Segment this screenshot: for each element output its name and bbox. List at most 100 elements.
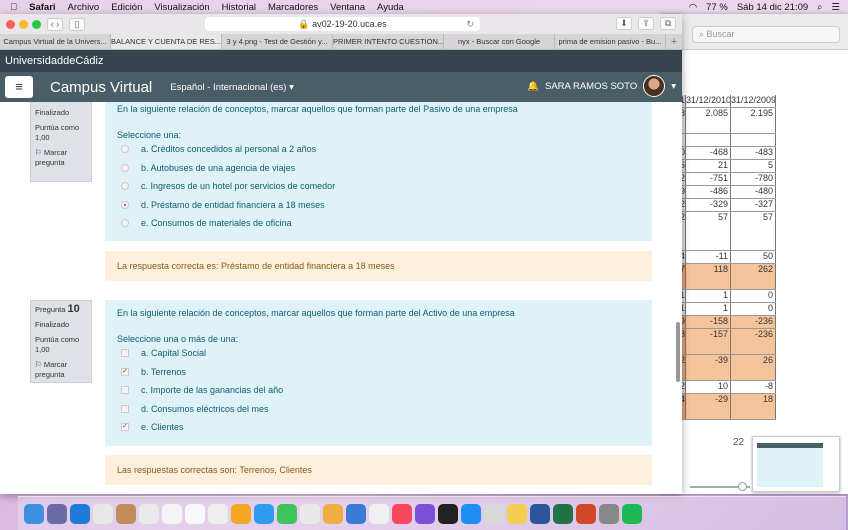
dock-app-icon[interactable] [277, 503, 297, 524]
question-state: Finalizado [35, 320, 70, 329]
menu-app[interactable]: Safari [29, 2, 55, 13]
table-cell: -483 [731, 147, 776, 159]
minimize-button[interactable] [19, 19, 28, 29]
dock-app-icon[interactable] [185, 503, 205, 524]
menu-ventana[interactable]: Ventana [330, 2, 365, 13]
menu-archivo[interactable]: Archivo [68, 2, 100, 13]
dock-app-icon[interactable] [116, 503, 136, 524]
answer-option[interactable]: c. Ingresos de un hotel por servicios de… [117, 177, 640, 196]
answer-option[interactable]: a. Capital Social [117, 344, 640, 363]
downloads-icon[interactable]: ⬇ [616, 17, 632, 30]
table-header-row: 1 31/12/2010 31/12/2009 [680, 95, 776, 108]
checkbox[interactable]: ✓ [121, 367, 129, 376]
dock-app-icon[interactable] [70, 503, 90, 524]
scrollbar[interactable] [676, 322, 680, 382]
safari-window: ‹ › ▯ 🔒 av02-19-20.uca.es ↻ ⬇ ⇪ ⧉ Campus Vi… [0, 14, 682, 494]
slider-knob[interactable] [738, 482, 747, 491]
answer-option[interactable]: d. Consumos eléctricos del mes [117, 400, 640, 419]
dock-app-icon[interactable] [484, 503, 504, 524]
sidebar-icon[interactable]: ▯ [69, 17, 85, 31]
reload-icon[interactable]: ↻ [466, 17, 474, 31]
table-row: 4 -11 50 [680, 251, 776, 264]
tab-3[interactable]: 3 y 4.png - Test de Gestión y... [222, 34, 333, 49]
menu-historial[interactable]: Historial [222, 2, 256, 13]
notification-center-icon[interactable]: ☰ [831, 2, 840, 13]
menu-toggle-button[interactable]: ≡ [5, 76, 33, 98]
menu-edicion[interactable]: Edición [111, 2, 142, 13]
brand-link[interactable]: Campus Virtual [50, 79, 152, 96]
share-icon[interactable]: ⇪ [638, 17, 654, 30]
university-logo[interactable]: UniversidaddeCádiz [0, 50, 682, 72]
menu-marcadores[interactable]: Marcadores [268, 2, 318, 13]
new-tab-button[interactable]: + [666, 34, 682, 49]
dock-app-icon[interactable] [47, 503, 67, 524]
dock-app-icon[interactable] [162, 503, 182, 524]
dock-app-icon[interactable] [599, 503, 619, 524]
checkbox[interactable]: ✓ [121, 423, 129, 432]
menu-ayuda[interactable]: Ayuda [377, 2, 404, 13]
dock-app-icon[interactable] [323, 503, 343, 524]
clock[interactable]: Sáb 14 dic 21:09 [737, 2, 808, 13]
option-label: e. Clientes [141, 422, 184, 433]
avatar[interactable] [643, 75, 666, 97]
dock-app-icon[interactable] [438, 503, 458, 524]
dock-app-icon[interactable] [93, 503, 113, 524]
dock-app-icon[interactable] [576, 503, 596, 524]
screenshot-thumbnail[interactable] [752, 436, 840, 492]
dock-app-icon[interactable] [622, 503, 642, 524]
flag-question-link[interactable]: ⚐ Marcar pregunta [35, 148, 87, 168]
language-selector[interactable]: Español - Internacional (es) ▾ [170, 82, 294, 93]
tab-5[interactable]: nyx - Buscar con Google [444, 34, 555, 49]
back-forward-buttons[interactable]: ‹ › [47, 17, 63, 31]
answer-option[interactable]: b. Autobuses de una agencia de viajes [117, 159, 640, 178]
answer-option[interactable]: a. Créditos concedidos al personal a 2 a… [117, 140, 640, 159]
dock-app-icon[interactable] [346, 503, 366, 524]
dock-app-icon[interactable] [530, 503, 550, 524]
dock-app-icon[interactable] [254, 503, 274, 524]
tab-6[interactable]: prima de emision pasivo - Bu... [555, 34, 666, 49]
zoom-button[interactable] [32, 19, 41, 29]
apple-icon[interactable]:  [10, 2, 17, 13]
address-bar[interactable]: 🔒 av02-19-20.uca.es ↻ [205, 17, 480, 31]
answer-option[interactable]: ✓ e. Clientes [117, 418, 640, 437]
user-name[interactable]: SARA RAMOS SOTO [545, 81, 637, 92]
checkbox[interactable] [121, 349, 129, 358]
dock-app-icon[interactable] [231, 503, 251, 524]
tab-4[interactable]: PRIMER INTENTO CUESTION... [333, 34, 444, 49]
tabs-overview-icon[interactable]: ⧉ [660, 17, 676, 30]
dock-app-icon[interactable] [461, 503, 481, 524]
dock-app-icon[interactable] [415, 503, 435, 524]
battery-status[interactable]: 77 % [706, 2, 728, 13]
zoom-slider[interactable] [690, 482, 750, 491]
checkbox[interactable] [121, 386, 129, 395]
answer-option[interactable]: ✓ b. Terrenos [117, 363, 640, 382]
spotlight-icon[interactable]: ⌕ [817, 2, 822, 13]
search-field[interactable]: ⌕ Buscar [692, 26, 840, 43]
wifi-icon[interactable]: ◠ [689, 2, 697, 13]
dock-app-icon[interactable] [300, 503, 320, 524]
dock-app-icon[interactable] [392, 503, 412, 524]
radio-button[interactable] [121, 163, 129, 172]
dock-app-icon[interactable] [208, 503, 228, 524]
dock-app-icon[interactable] [139, 503, 159, 524]
dock-app-icon[interactable] [553, 503, 573, 524]
radio-button[interactable] [121, 200, 129, 209]
user-menu-chevron-icon[interactable]: ▾ [671, 81, 676, 92]
answer-option[interactable]: c. Importe de las ganancias del año [117, 381, 640, 400]
radio-button[interactable] [121, 145, 129, 154]
flag-question-link[interactable]: ⚐ Marcar pregunta [35, 360, 87, 380]
bell-icon[interactable]: 🔔 [527, 81, 539, 92]
tab-1[interactable]: Campus Virtual de la Univers... [0, 34, 111, 49]
menu-visualizacion[interactable]: Visualización [154, 2, 209, 13]
radio-button[interactable] [121, 219, 129, 228]
answer-option[interactable]: d. Préstamo de entidad financiera a 18 m… [117, 196, 640, 215]
question-content: En la siguiente relación de conceptos, m… [105, 102, 652, 241]
checkbox[interactable] [121, 404, 129, 413]
radio-button[interactable] [121, 182, 129, 191]
dock-app-icon[interactable] [507, 503, 527, 524]
tab-2[interactable]: BALANCE Y CUENTA DE RES... [111, 34, 222, 49]
answer-option[interactable]: e. Consumos de materiales de oficina [117, 214, 640, 233]
dock-app-icon[interactable] [24, 503, 44, 524]
dock-app-icon[interactable] [369, 503, 389, 524]
close-button[interactable] [6, 19, 15, 29]
